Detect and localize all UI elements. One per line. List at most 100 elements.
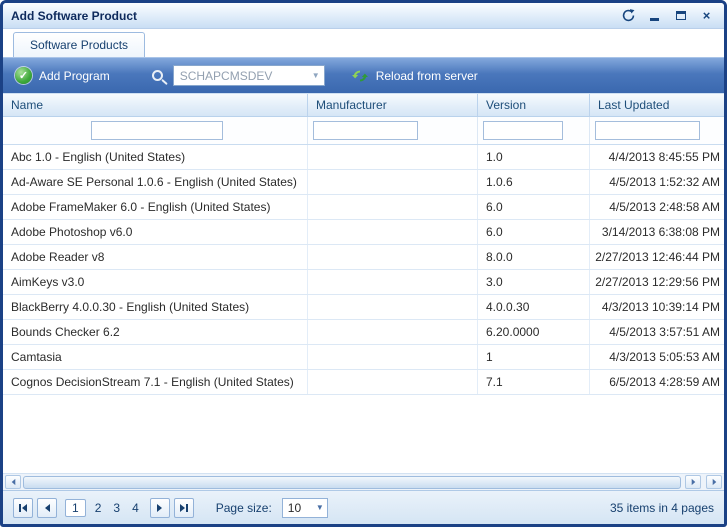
filter-cell-name (3, 117, 308, 144)
triangle-left-icon (9, 477, 18, 487)
table-row[interactable]: Abc 1.0 - English (United States)1.04/4/… (3, 145, 724, 170)
table-row[interactable]: Bounds Checker 6.26.20.00004/5/2013 3:57… (3, 320, 724, 345)
pager-last-button[interactable] (174, 498, 194, 518)
prev-page-icon (42, 503, 52, 513)
horizontal-scrollbar-thumb[interactable] (23, 476, 681, 489)
filter-row (3, 117, 724, 145)
pager-first-button[interactable] (13, 498, 33, 518)
cell-version: 1.0 (478, 145, 590, 169)
cell-last-updated: 6/5/2013 4:28:59 AM (590, 370, 724, 394)
table-row[interactable]: AimKeys v3.0 3.02/27/2013 12:29:56 PM (3, 270, 724, 295)
minimize-button[interactable] (645, 7, 664, 24)
cell-manufacturer (308, 170, 478, 194)
table-row[interactable]: Cognos DecisionStream 7.1 - English (Uni… (3, 370, 724, 395)
minimize-icon (650, 18, 659, 21)
maximize-button[interactable] (671, 7, 690, 24)
triangle-right-icon (689, 477, 698, 487)
cell-last-updated: 4/5/2013 1:52:32 AM (590, 170, 724, 194)
cell-last-updated: 4/5/2013 2:48:58 AM (590, 195, 724, 219)
page-size-value: 10 (283, 501, 313, 515)
tab-software-products[interactable]: Software Products (13, 32, 145, 57)
chevron-down-icon[interactable]: ▼ (313, 503, 327, 512)
scroll-corner-button[interactable] (706, 475, 722, 489)
cell-name: Ad-Aware SE Personal 1.0.6 - English (Un… (3, 170, 308, 194)
filter-input-version[interactable] (483, 121, 563, 140)
table-row[interactable]: Adobe Photoshop v6.06.03/14/2013 6:38:08… (3, 220, 724, 245)
triangle-right-icon (710, 477, 719, 487)
table-row[interactable]: Camtasia 14/3/2013 5:05:53 AM (3, 345, 724, 370)
filter-input-manufacturer[interactable] (313, 121, 418, 140)
cell-version: 8.0.0 (478, 245, 590, 269)
cell-name: Abc 1.0 - English (United States) (3, 145, 308, 169)
cell-version: 6.20.0000 (478, 320, 590, 344)
tab-strip: Software Products (3, 29, 724, 57)
first-page-icon (18, 503, 28, 513)
column-header-name[interactable]: Name (3, 94, 308, 116)
reload-label: Reload from server (376, 69, 478, 83)
page-button-2[interactable]: 2 (92, 499, 105, 517)
cell-version: 4.0.0.30 (478, 295, 590, 319)
reload-from-server-button[interactable]: Reload from server (351, 68, 478, 84)
cell-version: 1.0.6 (478, 170, 590, 194)
reload-icon (351, 68, 369, 84)
scroll-left-button[interactable] (5, 475, 21, 489)
cell-manufacturer (308, 220, 478, 244)
maximize-icon (676, 11, 686, 20)
tab-label: Software Products (30, 38, 128, 52)
page-button-3[interactable]: 3 (110, 499, 123, 517)
cell-name: Adobe Reader v8 (3, 245, 308, 269)
pager-pages: 1234 (65, 499, 142, 517)
dialog-window: Add Software Product × Software Products… (0, 0, 727, 527)
cell-version: 3.0 (478, 270, 590, 294)
cell-last-updated: 4/3/2013 10:39:14 PM (590, 295, 724, 319)
grid-header: Name Manufacturer Version Last Updated (3, 93, 724, 117)
filter-input-name[interactable] (91, 121, 223, 140)
table-row[interactable]: Adobe FrameMaker 6.0 - English (United S… (3, 195, 724, 220)
page-button-1[interactable]: 1 (65, 499, 86, 517)
close-button[interactable]: × (697, 7, 716, 24)
table-row[interactable]: Adobe Reader v88.0.02/27/2013 12:46:44 P… (3, 245, 724, 270)
page-size-label: Page size: (216, 501, 272, 515)
filter-cell-last-updated (590, 117, 724, 144)
sync-icon[interactable] (619, 7, 638, 24)
window-title: Add Software Product (11, 9, 619, 23)
pager-prev-button[interactable] (37, 498, 57, 518)
last-page-icon (179, 503, 189, 513)
add-program-button[interactable]: ✓ Add Program (15, 67, 110, 84)
cell-name: AimKeys v3.0 (3, 270, 308, 294)
filter-cell-manufacturer (308, 117, 478, 144)
cell-name: Adobe Photoshop v6.0 (3, 220, 308, 244)
table-row[interactable]: BlackBerry 4.0.0.30 - English (United St… (3, 295, 724, 320)
column-header-last-updated[interactable]: Last Updated (590, 94, 724, 116)
pager-next-button[interactable] (150, 498, 170, 518)
cell-name: BlackBerry 4.0.0.30 - English (United St… (3, 295, 308, 319)
cell-manufacturer (308, 320, 478, 344)
column-header-manufacturer[interactable]: Manufacturer (308, 94, 478, 116)
table-row[interactable]: Ad-Aware SE Personal 1.0.6 - English (Un… (3, 170, 724, 195)
page-button-4[interactable]: 4 (129, 499, 142, 517)
pager-status: 35 items in 4 pages (610, 501, 714, 515)
check-circle-icon: ✓ (15, 67, 32, 84)
page-size-combobox[interactable]: 10 ▼ (282, 498, 328, 518)
chevron-down-icon[interactable]: ▼ (308, 71, 324, 80)
cell-manufacturer (308, 345, 478, 369)
grid-body: Abc 1.0 - English (United States)1.04/4/… (3, 145, 724, 395)
cell-name: Camtasia (3, 345, 308, 369)
window-controls: × (619, 7, 716, 24)
titlebar[interactable]: Add Software Product × (3, 3, 724, 29)
cell-version: 1 (478, 345, 590, 369)
pager: 1234 Page size: 10 ▼ 35 items in 4 pages (3, 490, 724, 524)
server-combobox[interactable]: SCHAPCMSDEV ▼ (173, 65, 325, 86)
cell-manufacturer (308, 145, 478, 169)
filter-input-last-updated[interactable] (595, 121, 700, 140)
search-icon (152, 70, 163, 81)
filter-cell-version (478, 117, 590, 144)
cell-last-updated: 4/3/2013 5:05:53 AM (590, 345, 724, 369)
scroll-right-button[interactable] (685, 475, 701, 489)
cell-manufacturer (308, 270, 478, 294)
column-header-version[interactable]: Version (478, 94, 590, 116)
cell-last-updated: 2/27/2013 12:29:56 PM (590, 270, 724, 294)
cell-name: Bounds Checker 6.2 (3, 320, 308, 344)
grid-empty-area (3, 395, 724, 473)
cell-manufacturer (308, 295, 478, 319)
